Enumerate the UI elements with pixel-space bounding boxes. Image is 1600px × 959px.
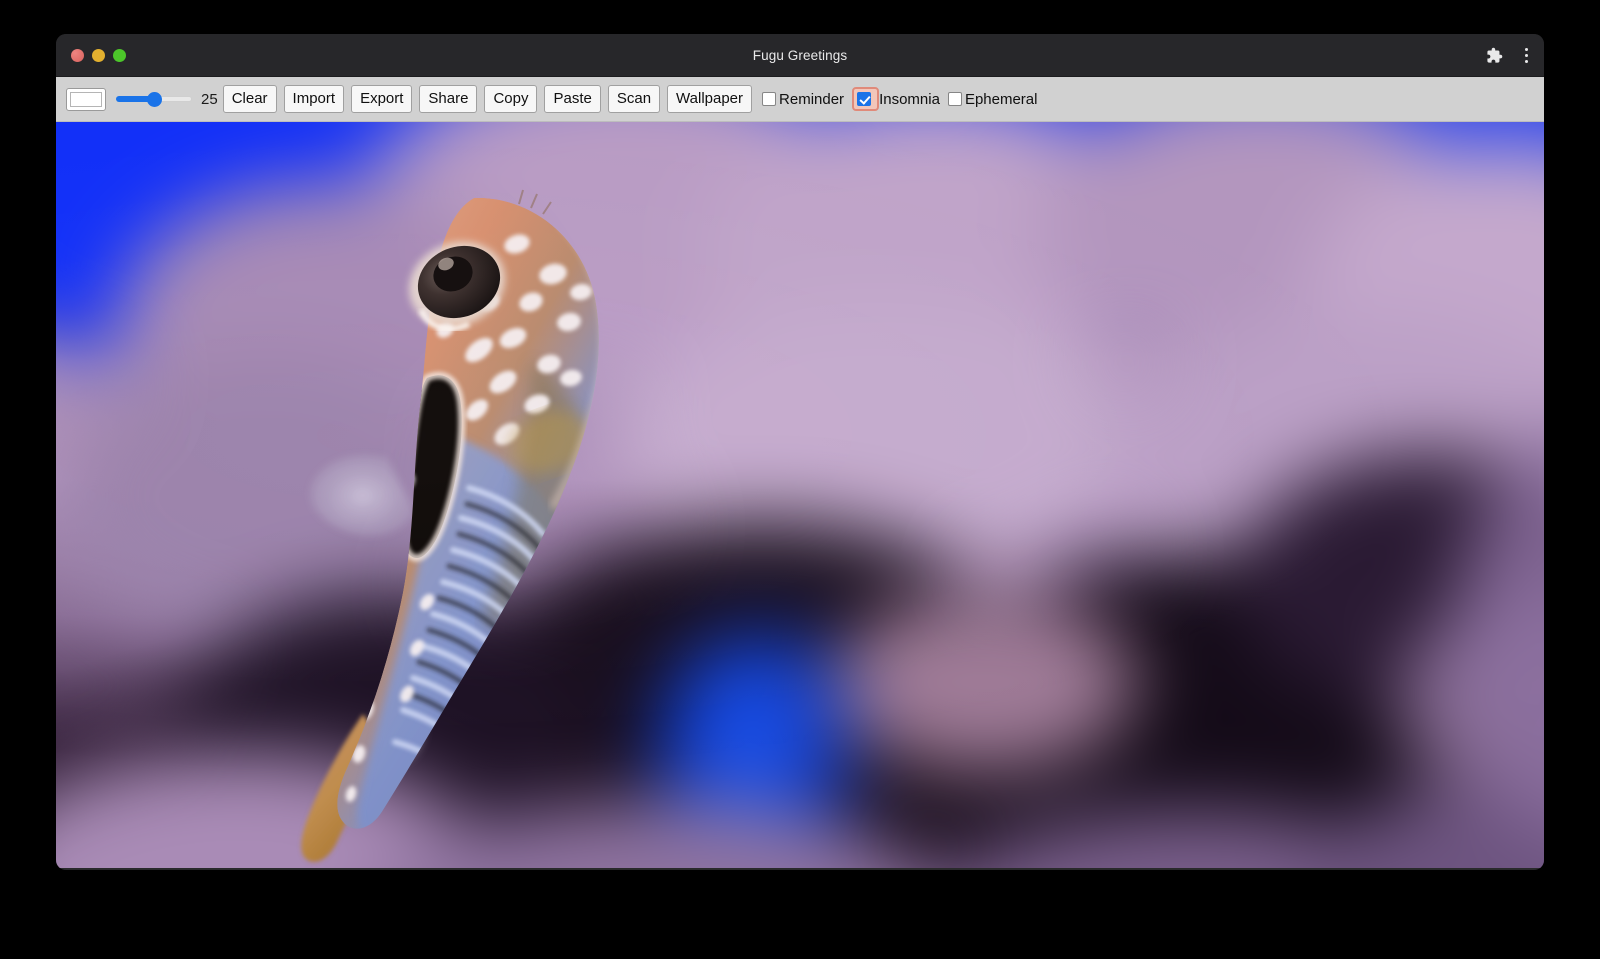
export-button[interactable]: Export bbox=[351, 85, 412, 113]
reminder-checkbox-box[interactable] bbox=[762, 92, 776, 106]
app-toolbar: 25 Clear Import Export Share Copy Paste … bbox=[56, 77, 1544, 122]
more-menu-icon[interactable] bbox=[1519, 48, 1534, 63]
image-canvas[interactable] bbox=[56, 122, 1544, 868]
clear-button[interactable]: Clear bbox=[223, 85, 277, 113]
extensions-puzzle-icon[interactable] bbox=[1483, 44, 1505, 66]
slider-thumb[interactable] bbox=[147, 92, 162, 107]
import-button[interactable]: Import bbox=[284, 85, 345, 113]
app-window: Fugu Greetings 25 Clear bbox=[56, 34, 1544, 870]
wallpaper-button[interactable]: Wallpaper bbox=[667, 85, 752, 113]
share-button[interactable]: Share bbox=[419, 85, 477, 113]
insomnia-checkbox[interactable]: Insomnia bbox=[852, 87, 948, 111]
canvas-haze bbox=[56, 122, 1544, 868]
screen: Fugu Greetings 25 Clear bbox=[0, 0, 1600, 959]
insomnia-checkbox-focus-ring bbox=[852, 87, 879, 111]
pen-size-slider[interactable] bbox=[116, 89, 192, 109]
color-picker-swatch bbox=[70, 92, 102, 107]
ephemeral-checkbox[interactable]: Ephemeral bbox=[948, 91, 1048, 108]
scan-button[interactable]: Scan bbox=[608, 85, 660, 113]
toolbar-checkboxes: Reminder Insomnia Ephemeral bbox=[762, 87, 1047, 111]
maximize-window-button[interactable] bbox=[113, 49, 126, 62]
window-titlebar: Fugu Greetings bbox=[56, 34, 1544, 77]
copy-button[interactable]: Copy bbox=[484, 85, 537, 113]
color-picker[interactable] bbox=[66, 88, 106, 111]
minimize-window-button[interactable] bbox=[92, 49, 105, 62]
ephemeral-checkbox-label: Ephemeral bbox=[965, 91, 1038, 108]
window-title: Fugu Greetings bbox=[56, 48, 1544, 63]
paste-button[interactable]: Paste bbox=[544, 85, 600, 113]
traffic-lights bbox=[56, 49, 126, 62]
insomnia-checkbox-box[interactable] bbox=[857, 92, 871, 106]
reminder-checkbox-label: Reminder bbox=[779, 91, 844, 108]
insomnia-checkbox-label: Insomnia bbox=[879, 91, 940, 108]
ephemeral-checkbox-box[interactable] bbox=[948, 92, 962, 106]
close-window-button[interactable] bbox=[71, 49, 84, 62]
titlebar-actions bbox=[1483, 34, 1534, 76]
reminder-checkbox[interactable]: Reminder bbox=[762, 91, 852, 108]
slider-value-label: 25 bbox=[201, 91, 218, 108]
